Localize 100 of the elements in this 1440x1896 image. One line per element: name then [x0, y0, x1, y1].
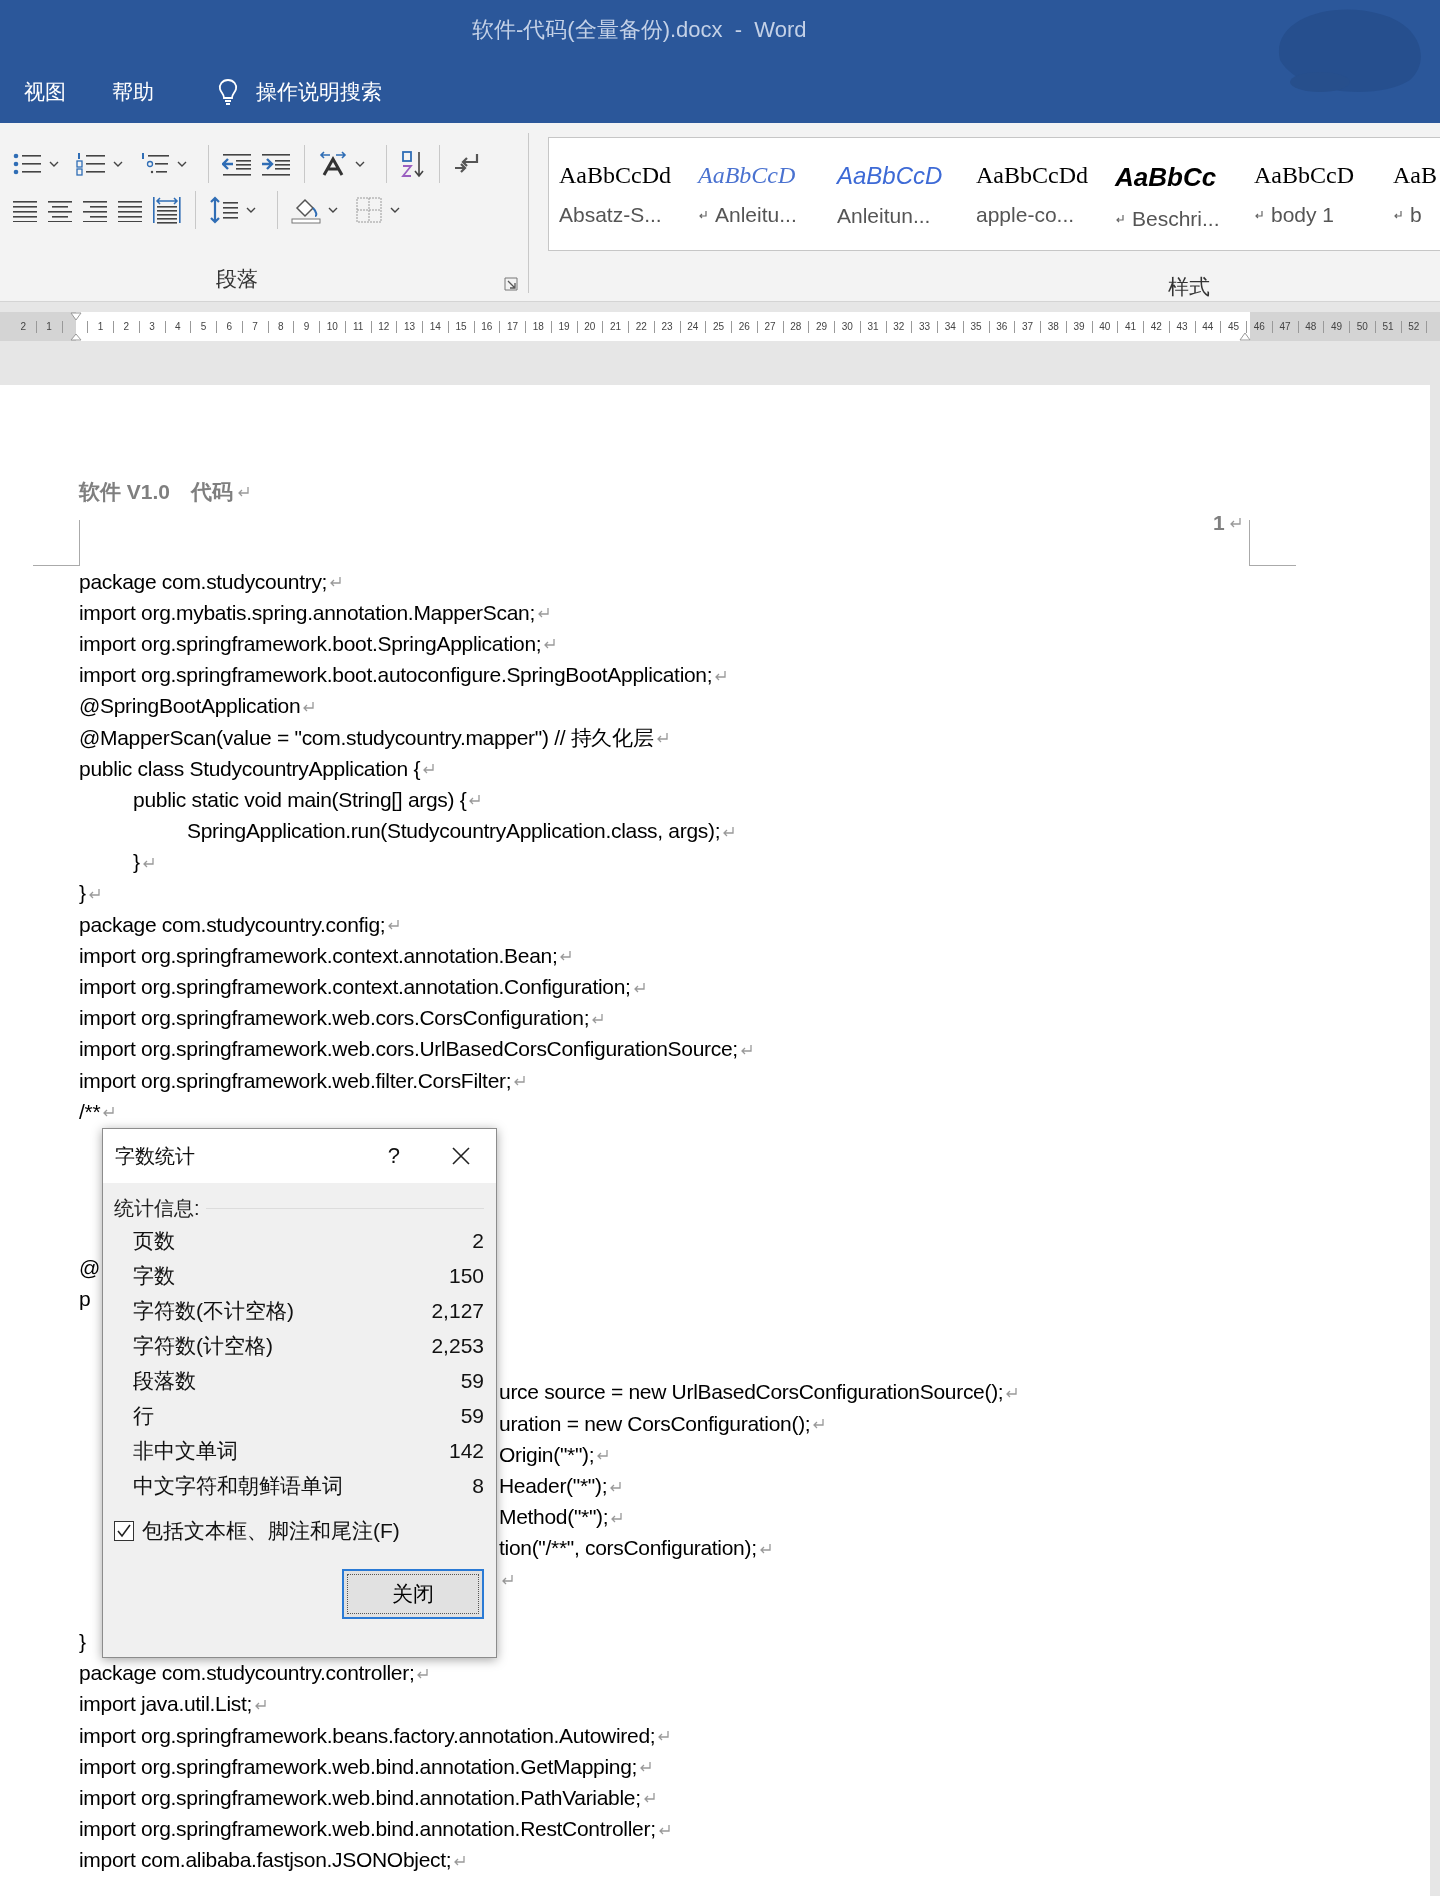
style-preview[interactable]: AaBbCc	[1115, 162, 1254, 193]
ruler-number: 28	[790, 321, 802, 332]
code-line: tion("/**", corsConfiguration);	[499, 1536, 757, 1561]
increase-indent-icon[interactable]	[261, 152, 291, 176]
caret-icon[interactable]	[246, 207, 256, 213]
stat-label: 中文字符和朝鲜语单词	[133, 1472, 343, 1499]
ruler-number: 31	[867, 321, 879, 332]
page-number: 1	[1213, 510, 1225, 535]
numbered-list-icon[interactable]	[76, 152, 106, 176]
caret-icon[interactable]	[328, 207, 338, 213]
stat-label: 字符数(不计空格)	[133, 1297, 294, 1324]
align-right-icon[interactable]	[82, 198, 108, 222]
ruler-number: 32	[893, 321, 905, 332]
code-line: p	[79, 1286, 91, 1311]
text-width-icon[interactable]	[318, 151, 348, 177]
ruler-number: 18	[532, 321, 544, 332]
code-line: Origin("*");	[499, 1442, 595, 1467]
style-name[interactable]: Absatz-S...	[559, 203, 662, 227]
ruler-number: 29	[816, 321, 828, 332]
code-line: uration = new CorsConfiguration();	[499, 1411, 811, 1436]
caret-icon[interactable]	[49, 161, 59, 167]
ruler-number: 26	[738, 321, 750, 332]
caret-icon[interactable]	[177, 161, 187, 167]
ruler-number: 38	[1047, 321, 1059, 332]
stat-value: 150	[448, 1263, 484, 1288]
code-line: public class StudycountryApplication {	[79, 756, 421, 781]
code-line: import com.alibaba.fastjson.JSONObject;	[79, 1848, 452, 1873]
help-button[interactable]: ?	[379, 1139, 408, 1173]
stat-value: 59	[460, 1403, 484, 1428]
dialog-launcher-icon[interactable]	[504, 277, 518, 291]
indent-marker-icon[interactable]	[1239, 330, 1251, 341]
caret-icon[interactable]	[113, 161, 123, 167]
ruler-number: 41	[1125, 321, 1137, 332]
ruler-number: 19	[558, 321, 570, 332]
code-line: package com.studycountry.controller;	[79, 1661, 415, 1686]
bullet-list-icon[interactable]	[12, 152, 42, 176]
paint-bucket-icon[interactable]	[291, 196, 321, 224]
group-label: 样式	[1168, 274, 1211, 300]
ruler-number: 11	[352, 321, 364, 332]
style-name[interactable]: Anleitu...	[715, 203, 797, 227]
caret-icon[interactable]	[390, 207, 400, 213]
stat-label: 段落数	[133, 1367, 196, 1394]
code-line: Header("*");	[499, 1474, 608, 1499]
justify-icon[interactable]	[117, 198, 143, 222]
multilevel-list-icon[interactable]	[140, 152, 170, 176]
close-button[interactable]: 关闭	[342, 1569, 484, 1619]
ruler-number: 2	[123, 321, 130, 332]
window-title: 软件-代码(全量备份).docx - Word	[472, 16, 807, 44]
style-preview[interactable]: AaBbCcDd	[559, 162, 698, 189]
ruler-number: 14	[429, 321, 441, 332]
sort-icon[interactable]	[400, 150, 426, 178]
code-line: import org.springframework.web.bind.annotation.GetMapping;	[79, 1754, 638, 1779]
indent-marker-icon[interactable]	[69, 311, 82, 342]
distributed-icon[interactable]	[152, 196, 182, 224]
style-preview[interactable]: AaBbCcD	[1254, 162, 1393, 189]
ruler-number: 9	[303, 321, 310, 332]
code-line: import org.springframework.beans.factory.annotation.Autowired;	[79, 1723, 656, 1748]
style-preview[interactable]: AaB	[1393, 162, 1437, 189]
code-line: }	[79, 1629, 86, 1654]
ruler-number: 1	[97, 321, 104, 332]
style-name[interactable]: b	[1410, 203, 1422, 227]
ruler-number: 7	[252, 321, 258, 332]
ruler-number: 45	[1228, 321, 1240, 332]
style-preview[interactable]: AaBbCcD	[698, 162, 837, 189]
stat-value: 59	[460, 1368, 484, 1393]
ruler-number: 37	[1022, 321, 1034, 332]
tell-me-field[interactable]: 操作说明搜索	[218, 77, 408, 106]
style-preview[interactable]: AaBbCcD	[837, 162, 976, 190]
align-center-icon[interactable]	[47, 198, 73, 222]
style-name[interactable]: apple-co...	[976, 203, 1075, 227]
ruler-number: 3	[149, 321, 155, 332]
menu-tab[interactable]: 帮助	[102, 73, 164, 110]
stat-label: 页数	[133, 1227, 175, 1254]
code-line: import org.springframework.boot.SpringApplication;	[79, 631, 542, 656]
ruler-number: 24	[687, 321, 699, 332]
ruler-number: 2	[20, 321, 27, 332]
line-spacing-icon[interactable]	[209, 196, 239, 224]
align-left-icon[interactable]	[12, 198, 38, 222]
checkbox[interactable]	[114, 1521, 134, 1541]
code-line: SpringApplication.run(StudycountryApplication.class, args);	[186, 819, 721, 844]
ruler-number: 46	[1253, 321, 1265, 332]
style-name[interactable]: Beschri...	[1132, 207, 1220, 231]
ruler-number: 10	[326, 321, 338, 332]
ruler-number: 5	[200, 321, 207, 332]
ruler-number: 8	[278, 321, 284, 332]
decrease-indent-icon[interactable]	[222, 152, 252, 176]
ruler-number: 50	[1356, 321, 1368, 332]
code-line: import org.springframework.web.filter.CorsFilter;	[79, 1068, 512, 1093]
style-name[interactable]: body 1	[1271, 203, 1335, 227]
close-icon[interactable]	[452, 1147, 470, 1165]
style-name[interactable]: Anleitun...	[837, 204, 931, 228]
crop-mark	[33, 520, 80, 566]
code-line: import org.springframework.boot.autoconfigure.SpringBootApplication;	[79, 663, 713, 688]
checkbox-label: 包括文本框、脚注和尾注(F)	[142, 1518, 400, 1544]
dialog-title: 字数统计	[115, 1143, 195, 1169]
code-line: @MapperScan(value = "com.studycountry.mapper") // 持久化层	[79, 724, 654, 751]
caret-icon[interactable]	[355, 161, 365, 167]
menu-tab[interactable]: 视图	[14, 73, 76, 110]
style-preview[interactable]: AaBbCcDd	[976, 162, 1115, 189]
ruler-number: 47	[1279, 321, 1291, 332]
